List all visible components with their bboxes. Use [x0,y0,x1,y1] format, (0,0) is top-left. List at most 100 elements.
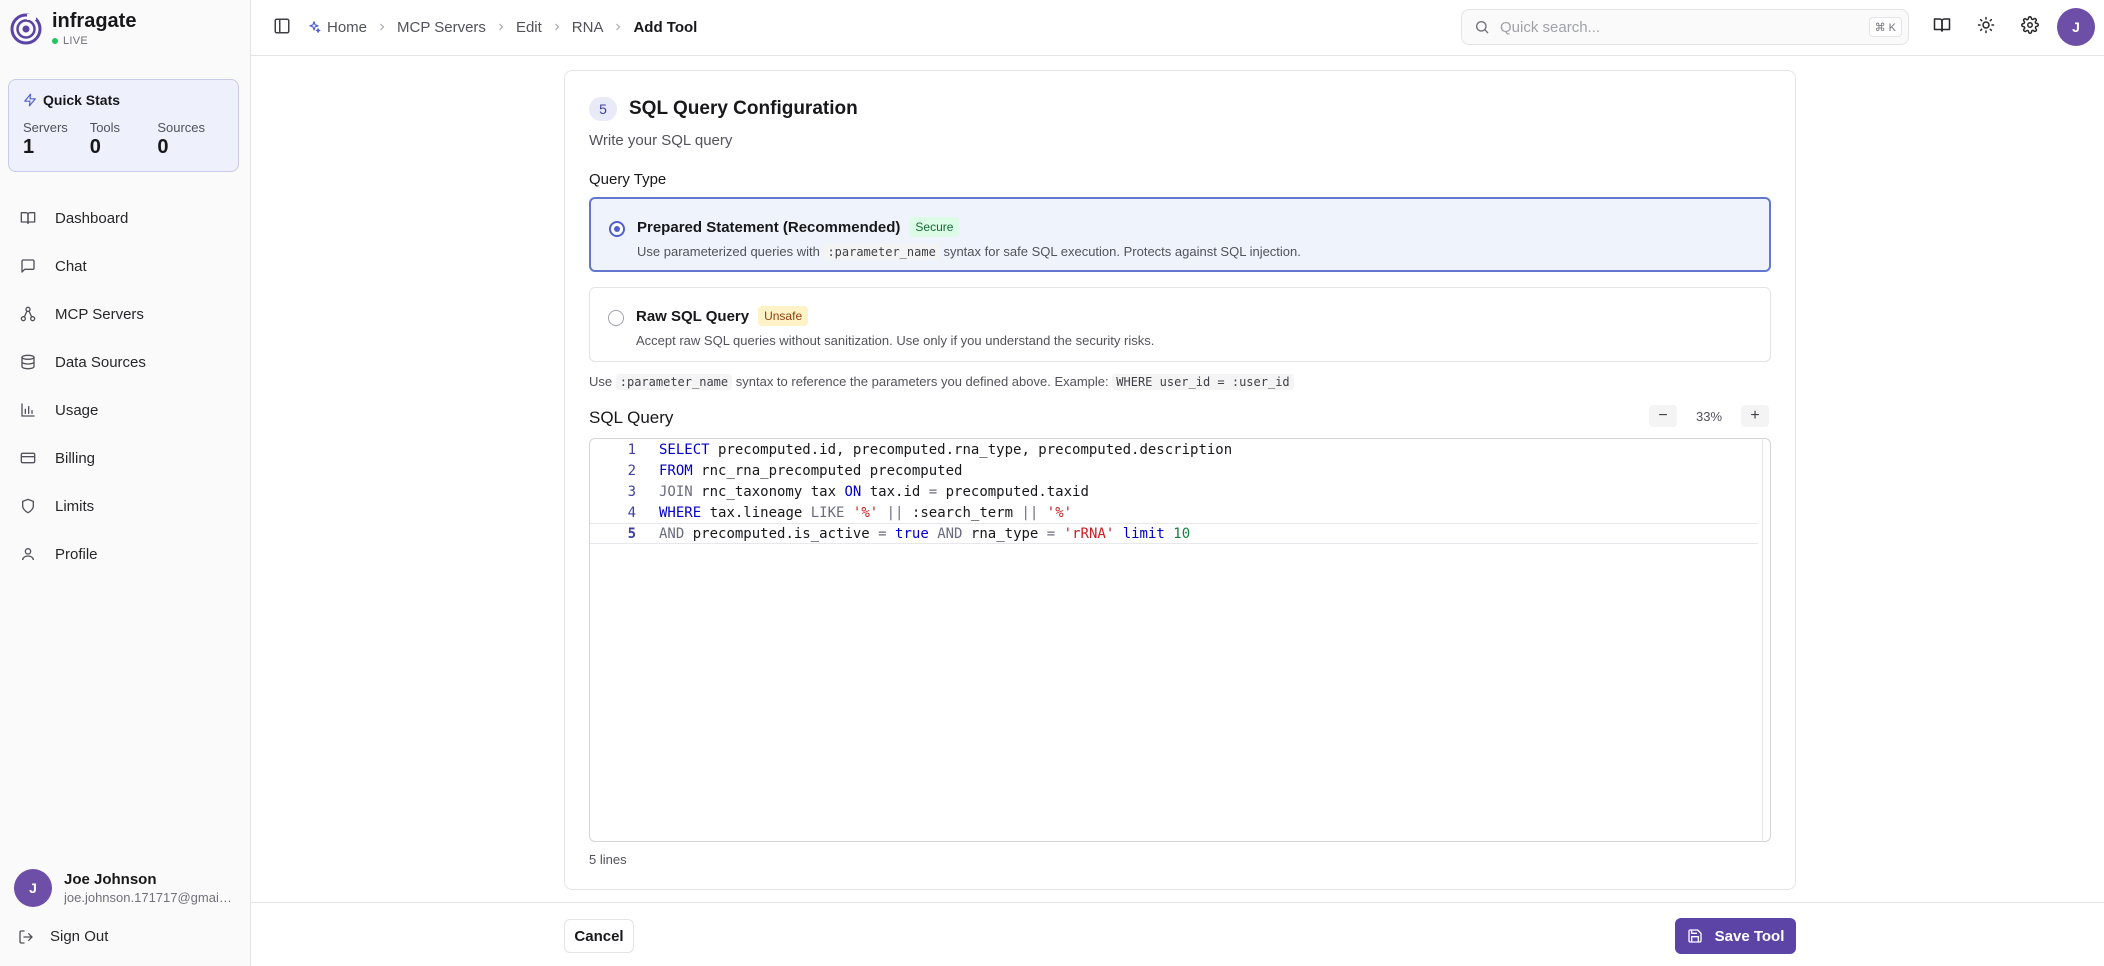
line-number: 4 [627,505,636,521]
quick-search[interactable]: ⌘ K [1461,9,1909,45]
option-raw-sql[interactable]: Raw SQL Query Unsafe Accept raw SQL quer… [589,287,1771,362]
stat-tools: Tools 0 [90,120,158,159]
unsafe-badge: Unsafe [758,306,809,326]
stat-sources: Sources 0 [157,120,224,159]
stat-value: 0 [89,136,101,158]
hint-text: Use [589,374,613,389]
line-number: 1 [627,442,636,458]
sql-editor[interactable]: 1 2 3 4 5 SELECT precomputed.id, precomp… [589,438,1771,842]
sidebar-item-label: Chat [55,257,87,275]
zoom-level: 33% [1695,408,1723,424]
breadcrumb: Home MCP Servers Edit RNA Add Tool [307,0,697,54]
live-status: LIVE [52,35,136,47]
sidebar-item-data-sources[interactable]: Data Sources [8,338,243,386]
sidebar-item-label: MCP Servers [55,305,144,323]
brand-name: infragate [52,10,137,32]
brand[interactable]: infragate LIVE [10,10,136,47]
sparkles-icon [309,21,321,33]
section-header: 5 SQL Query Configuration [589,97,858,121]
header-avatar[interactable]: J [2057,8,2095,46]
breadcrumb-home[interactable]: Home [307,19,367,36]
zoom-controls: − 33% + [1649,405,1769,427]
settings-icon[interactable] [2021,16,2039,34]
zap-icon [24,93,36,107]
parameter-hint: Use :parameter_name syntax to reference … [589,374,1294,390]
line-number: 5 [627,526,636,542]
radio-prepared-statement[interactable] [609,221,625,237]
sidebar-item-label: Billing [55,449,96,467]
book-icon[interactable] [1933,16,1951,34]
network-icon [20,306,36,322]
stat-label: Tools [89,120,121,135]
option-title: Prepared Statement (Recommended) [637,218,901,236]
stat-value: 1 [23,136,35,158]
book-open-icon [20,212,36,224]
form-footer: Cancel Save Tool [251,902,2104,966]
search-input[interactable] [1500,18,1860,36]
sidebar-item-mcp-servers[interactable]: MCP Servers [8,290,243,338]
breadcrumb-mcp-servers[interactable]: MCP Servers [397,19,486,36]
save-tool-button[interactable]: Save Tool [1675,918,1796,954]
avatar: J [14,869,52,907]
credit-card-icon [20,452,36,464]
hint-text: syntax to reference the parameters you d… [735,374,1109,389]
save-tool-label: Save Tool [1714,927,1785,945]
step-number-badge: 5 [589,97,617,121]
query-type-label: Query Type [589,171,667,188]
chevron-right-icon [495,21,507,33]
section-title: SQL Query Configuration [629,98,858,119]
option-title: Raw SQL Query [636,307,750,325]
stat-value: 0 [157,136,169,158]
sidebar-item-label: Dashboard [55,209,129,227]
zoom-in-button[interactable]: + [1741,405,1769,427]
breadcrumb-edit[interactable]: Edit [516,19,542,36]
live-dot-icon [52,38,58,44]
sidebar-item-billing[interactable]: Billing [8,434,243,482]
live-status-label: LIVE [63,35,89,47]
sidebar-item-chat[interactable]: Chat [8,242,243,290]
secure-badge: Secure [909,217,960,237]
user-name: Joe Johnson [64,871,157,888]
sun-icon[interactable] [1977,16,1995,34]
line-number: 2 [627,463,636,479]
search-icon [1476,21,1489,34]
code-line[interactable]: WHERE tax.lineage LIKE '%' || :search_te… [659,505,1072,521]
stat-servers: Servers 1 [23,120,90,159]
radio-raw-sql[interactable] [608,310,624,326]
editor-scrollbar[interactable] [1762,439,1770,841]
description-text: Use parameterized queries with [637,244,820,259]
chevron-right-icon [612,21,624,33]
inline-code: :parameter_name [823,244,940,260]
code-line[interactable]: AND precomputed.is_active = true AND rna… [659,526,1190,542]
breadcrumb-rna[interactable]: RNA [572,19,604,36]
code-line[interactable]: SELECT precomputed.id, precomputed.rna_t… [659,442,1232,458]
save-icon [1687,929,1702,943]
sign-out-button[interactable]: Sign Out [18,928,108,945]
sign-out-label: Sign Out [50,928,109,945]
search-shortcut: ⌘ K [1868,17,1902,37]
sidebar-toggle-icon[interactable] [273,17,291,35]
sidebar-item-limits[interactable]: Limits [8,482,243,530]
sidebar-item-profile[interactable]: Profile [8,530,243,578]
cancel-button[interactable]: Cancel [564,919,634,953]
zoom-out-button[interactable]: − [1649,405,1677,427]
code-line[interactable]: FROM rnc_rna_precomputed precomputed [659,463,962,479]
sidebar-item-dashboard[interactable]: Dashboard [8,194,243,242]
section-subtitle: Write your SQL query [589,132,733,149]
infragate-logo-icon [10,13,42,44]
sidebar-item-usage[interactable]: Usage [8,386,243,434]
sidebar-item-label: Profile [55,545,98,563]
shield-icon [22,498,34,514]
user-profile[interactable]: J Joe Johnson joe.johnson.171717@gmail.c… [14,869,234,907]
quick-stats-title: Quick Stats [43,92,121,108]
code-line[interactable]: JOIN rnc_taxonomy tax ON tax.id = precom… [659,484,1089,500]
option-prepared-statement[interactable]: Prepared Statement (Recommended) Secure … [589,197,1771,272]
breadcrumb-label: Home [327,18,368,36]
sidebar: infragate LIVE Quick Stats Servers 1 Too… [0,0,251,966]
option-description: Use parameterized queries with :paramete… [637,244,1769,260]
chevron-right-icon [551,21,563,33]
log-out-icon [19,929,33,944]
option-description: Accept raw SQL queries without sanitizat… [636,333,1155,348]
line-number: 3 [627,484,636,500]
sidebar-item-label: Data Sources [55,353,146,371]
